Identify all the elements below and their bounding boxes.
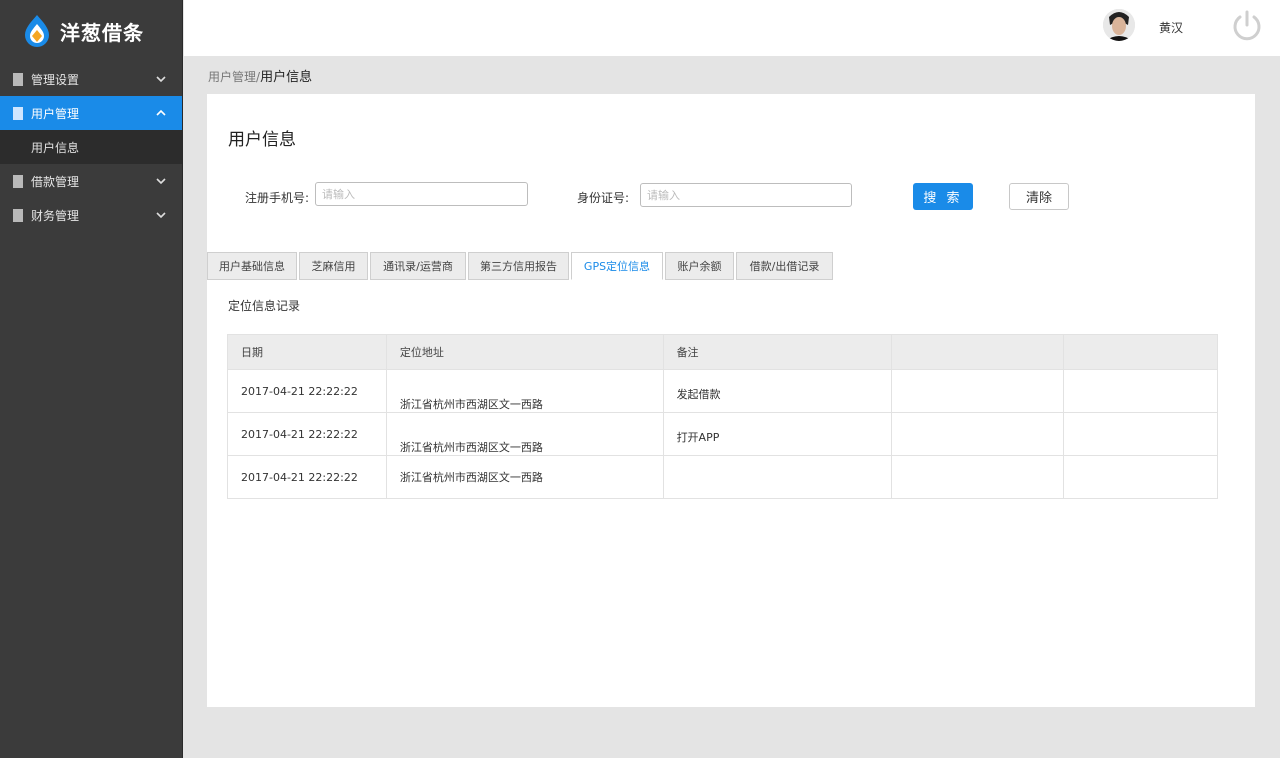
sidebar-subitem-label: 用户信息 xyxy=(31,140,80,155)
menu-square-icon xyxy=(13,174,23,188)
cell-address: 浙江省杭州市西湖区文一西路 xyxy=(385,455,664,499)
id-input[interactable] xyxy=(640,183,852,207)
address-text: 浙江省杭州市西湖区文一西路 xyxy=(399,441,543,454)
tab-contacts[interactable]: 通讯录/运营商 xyxy=(370,252,466,280)
cell-date: 2017-04-21 22:22:22 xyxy=(227,369,387,413)
clear-button[interactable]: 清除 xyxy=(1009,183,1069,210)
breadcrumb: 用户管理/用户信息 xyxy=(208,66,312,85)
phone-label: 注册手机号: xyxy=(245,191,310,205)
location-table: 日期 定位地址 备注 2017-04-21 22:22:22 浙江省杭州市西湖区… xyxy=(227,334,1218,499)
avatar[interactable] xyxy=(1103,9,1135,41)
breadcrumb-current: 用户信息 xyxy=(260,70,313,85)
breadcrumb-parent[interactable]: 用户管理 xyxy=(208,70,256,84)
menu-square-icon xyxy=(13,72,23,86)
cell-empty xyxy=(891,412,1065,456)
cell-date: 2017-04-21 22:22:22 xyxy=(227,412,387,456)
cell-empty xyxy=(891,455,1065,499)
cell-empty xyxy=(1063,455,1218,499)
column-header xyxy=(891,334,1065,370)
cell-empty xyxy=(891,369,1065,413)
tab-sesame-credit[interactable]: 芝麻信用 xyxy=(299,252,368,280)
user-avatar-icon xyxy=(1103,9,1135,41)
column-header xyxy=(1063,334,1218,370)
column-header: 备注 xyxy=(662,334,893,370)
cell-note xyxy=(662,455,893,499)
sidebar-item-label: 管理设置 xyxy=(31,72,80,87)
table-row: 2017-04-21 22:22:22 浙江省杭州市西湖区文一西路 打开APP xyxy=(227,412,1218,456)
power-icon[interactable] xyxy=(1230,9,1264,43)
username[interactable]: 黄汉 xyxy=(1159,19,1183,36)
chevron-down-icon xyxy=(156,212,166,219)
section-title: 定位信息记录 xyxy=(228,299,301,313)
cell-note: 打开APP xyxy=(662,412,893,456)
sidebar-item-label: 用户管理 xyxy=(31,106,80,121)
column-header: 定位地址 xyxy=(385,334,664,370)
chevron-down-icon xyxy=(156,76,166,83)
content-panel: 用户信息 注册手机号: 身份证号: 搜 索 清除 用户基础信息 芝麻信用 通讯录… xyxy=(207,94,1255,707)
table-row: 2017-04-21 22:22:22 浙江省杭州市西湖区文一西路 xyxy=(227,455,1218,499)
tab-loan-records[interactable]: 借款/出借记录 xyxy=(736,252,833,280)
sidebar-item-loans[interactable]: 借款管理 xyxy=(0,164,182,198)
tab-balance[interactable]: 账户余额 xyxy=(665,252,734,280)
phone-input[interactable] xyxy=(315,182,528,206)
tab-gps[interactable]: GPS定位信息 xyxy=(571,252,663,280)
menu-square-icon xyxy=(13,106,23,120)
sidebar-item-label: 财务管理 xyxy=(31,208,80,223)
id-label: 身份证号: xyxy=(577,191,630,205)
search-button[interactable]: 搜 索 xyxy=(913,183,973,210)
sidebar-subitem-user-info[interactable]: 用户信息 xyxy=(0,130,182,164)
sidebar: 洋葱借条 管理设置 用户管理 用户信息 借款管理 财务管理 xyxy=(0,0,183,758)
address-text: 浙江省杭州市西湖区文一西路 xyxy=(399,398,543,411)
column-header: 日期 xyxy=(227,334,387,370)
tab-bar: 用户基础信息 芝麻信用 通讯录/运营商 第三方信用报告 GPS定位信息 账户余额… xyxy=(207,252,835,280)
app-name: 洋葱借条 xyxy=(60,20,144,45)
cell-address: 浙江省杭州市西湖区文一西路 xyxy=(385,412,664,456)
flame-drop-icon xyxy=(25,15,49,47)
menu-square-icon xyxy=(13,208,23,222)
cell-address: 浙江省杭州市西湖区文一西路 xyxy=(385,369,664,413)
sidebar-item-label: 借款管理 xyxy=(31,174,80,189)
table-row: 2017-04-21 22:22:22 浙江省杭州市西湖区文一西路 发起借款 xyxy=(227,369,1218,413)
sidebar-item-users[interactable]: 用户管理 xyxy=(0,96,182,130)
page-title: 用户信息 xyxy=(228,130,296,150)
cell-empty xyxy=(1063,369,1218,413)
tab-third-party-report[interactable]: 第三方信用报告 xyxy=(468,252,569,280)
table-header-row: 日期 定位地址 备注 xyxy=(227,334,1218,370)
chevron-up-icon xyxy=(156,109,166,116)
cell-date: 2017-04-21 22:22:22 xyxy=(227,455,387,499)
sidebar-item-finance[interactable]: 财务管理 xyxy=(0,198,182,232)
cell-empty xyxy=(1063,412,1218,456)
logo: 洋葱借条 xyxy=(0,0,182,62)
tab-basic-info[interactable]: 用户基础信息 xyxy=(207,252,297,280)
cell-note: 发起借款 xyxy=(662,369,893,413)
chevron-down-icon xyxy=(156,178,166,185)
sidebar-item-settings[interactable]: 管理设置 xyxy=(0,62,182,96)
top-header: 黄汉 xyxy=(184,0,1280,56)
